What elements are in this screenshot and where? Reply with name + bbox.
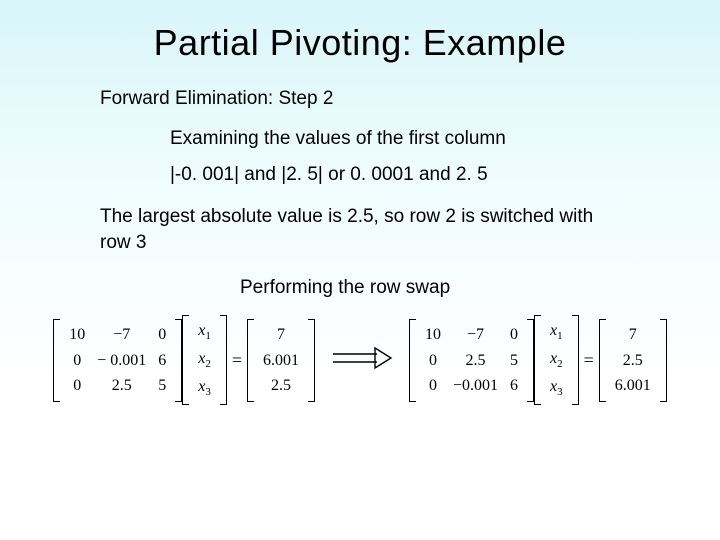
bracket-right-icon (572, 315, 579, 405)
cell: x3 (192, 374, 217, 402)
cell: 0 (152, 322, 172, 348)
cell: − 0.001 (91, 348, 152, 374)
bracket-left-icon (409, 319, 416, 402)
cell: 7 (609, 322, 657, 348)
cell: −7 (447, 322, 504, 348)
bracket-left-icon (182, 315, 189, 405)
cell: 10 (419, 322, 447, 348)
equation-row: 10−70 0− 0.0016 02.55 x1 x2 x3 = (0, 315, 720, 405)
equals-sign: = (227, 350, 247, 371)
cell: 2.5 (447, 348, 504, 374)
cell: 0 (63, 373, 91, 399)
cell: −0.001 (447, 373, 504, 399)
cell: 2.5 (609, 348, 657, 374)
slide-title: Partial Pivoting: Example (0, 0, 720, 74)
vector-x-after: x1 x2 x3 (534, 315, 579, 405)
matrix-A-after: 10−70 02.55 0−0.0016 (409, 319, 534, 402)
matrix-A-before-body: 10−70 0− 0.0016 02.55 (63, 322, 172, 399)
vector-b-after: 7 2.5 6.001 (599, 319, 667, 402)
cell: 0 (419, 373, 447, 399)
cell: 2.5 (257, 373, 305, 399)
subtitle: Forward Elimination: Step 2 (100, 88, 720, 110)
matrix-A-before: 10−70 0− 0.0016 02.55 (53, 319, 182, 402)
bracket-left-icon (534, 315, 541, 405)
vector-x-before-body: x1 x2 x3 (192, 318, 217, 402)
cell: 2.5 (91, 373, 152, 399)
bracket-right-icon (660, 319, 667, 402)
cell: 10 (63, 322, 91, 348)
slide: Partial Pivoting: Example Forward Elimin… (0, 0, 720, 540)
cell: x1 (192, 318, 217, 346)
equals-sign: = (579, 350, 599, 371)
cell: 7 (257, 322, 305, 348)
bracket-left-icon (247, 319, 254, 402)
bracket-right-icon (527, 319, 534, 402)
cell: 5 (504, 348, 524, 374)
cell: 0 (419, 348, 447, 374)
text-performing: Performing the row swap (240, 277, 720, 299)
cell: −7 (91, 322, 152, 348)
text-values: |-0. 001| and |2. 5| or 0. 0001 and 2. 5 (170, 164, 720, 186)
arrow-icon (315, 346, 409, 375)
bracket-left-icon (53, 319, 60, 402)
cell: x1 (544, 318, 569, 346)
vector-x-after-body: x1 x2 x3 (544, 318, 569, 402)
cell: x3 (544, 374, 569, 402)
cell: 6.001 (609, 373, 657, 399)
cell: 6 (152, 348, 172, 374)
cell: 0 (504, 322, 524, 348)
vector-b-after-body: 7 2.5 6.001 (609, 322, 657, 399)
cell: 5 (152, 373, 172, 399)
cell: x2 (544, 346, 569, 374)
bracket-right-icon (220, 315, 227, 405)
vector-x-before: x1 x2 x3 (182, 315, 227, 405)
bracket-left-icon (599, 319, 606, 402)
text-examining: Examining the values of the first column (170, 128, 720, 150)
cell: 6.001 (257, 348, 305, 374)
cell: 0 (63, 348, 91, 374)
cell: x2 (192, 346, 217, 374)
bracket-right-icon (175, 319, 182, 402)
text-largest: The largest absolute value is 2.5, so ro… (100, 204, 610, 255)
cell: 6 (504, 373, 524, 399)
vector-b-before: 7 6.001 2.5 (247, 319, 315, 402)
bracket-right-icon (308, 319, 315, 402)
vector-b-before-body: 7 6.001 2.5 (257, 322, 305, 399)
matrix-A-after-body: 10−70 02.55 0−0.0016 (419, 322, 524, 399)
